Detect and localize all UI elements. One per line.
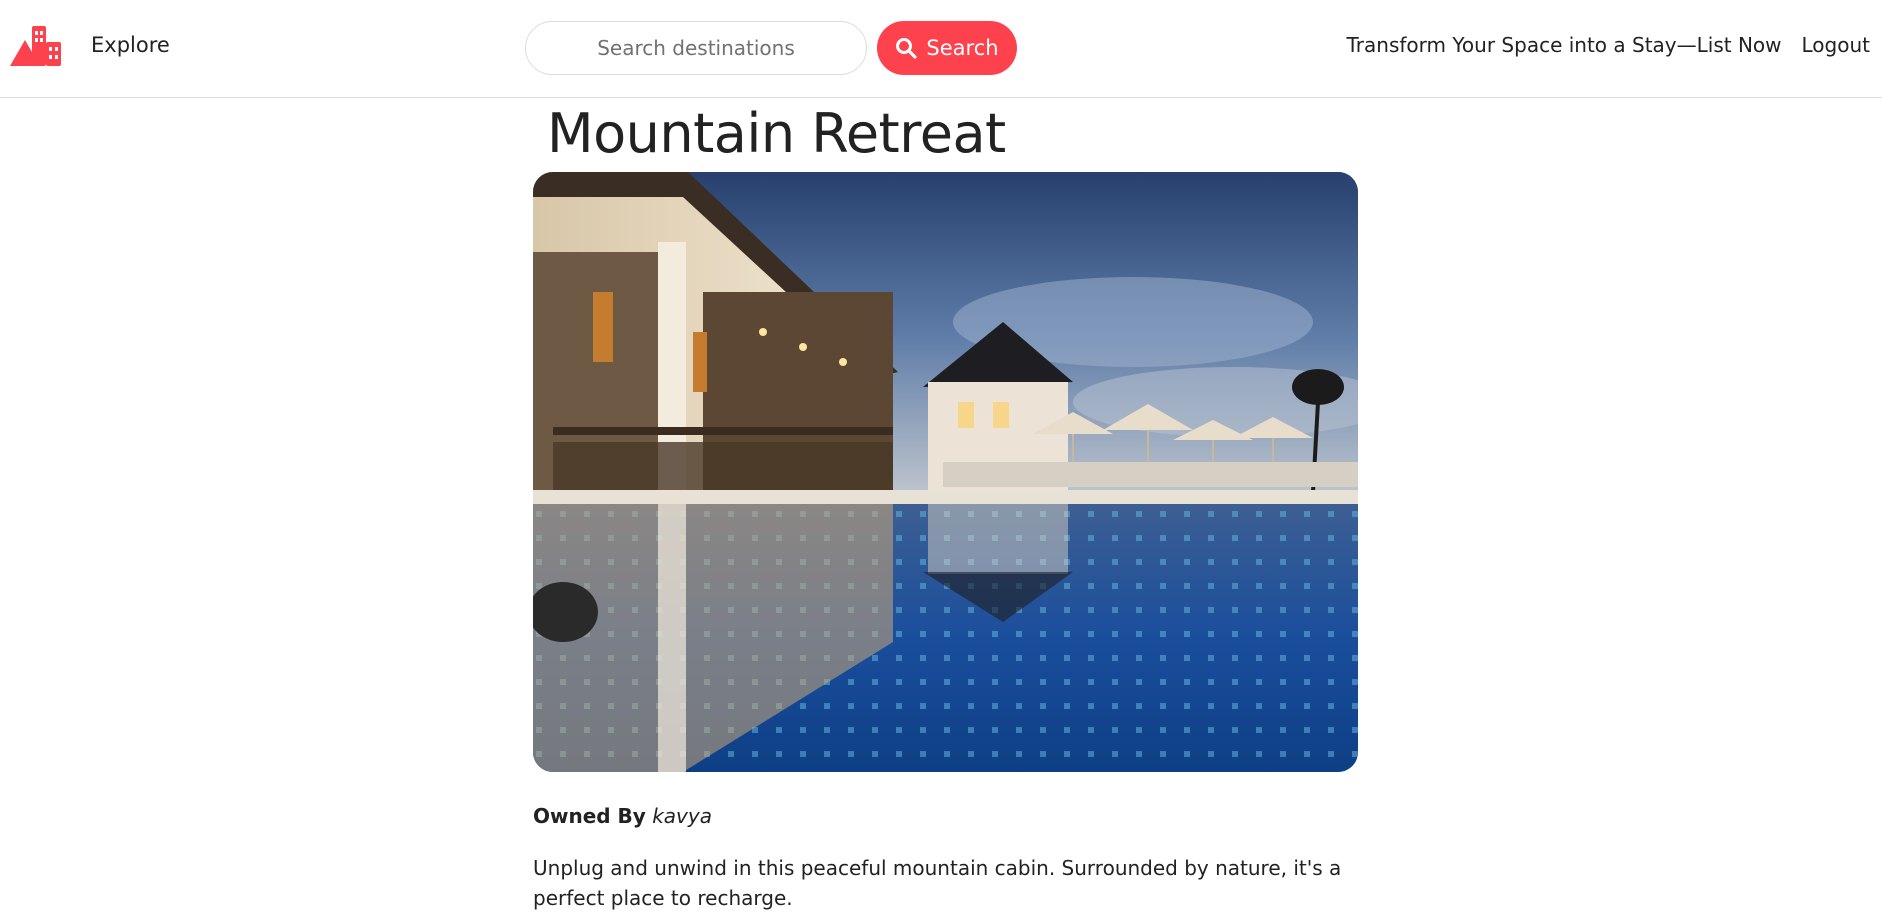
listing-description: Unplug and unwind in this peaceful mount… xyxy=(533,856,1342,910)
owner-line: Owned By kavya xyxy=(533,804,712,828)
search-button[interactable]: Search xyxy=(877,21,1017,75)
resort-pool-photo xyxy=(533,172,1358,772)
nav-right-links: Transform Your Space into a Stay—List No… xyxy=(1347,33,1870,57)
hotel-building-icon[interactable] xyxy=(10,24,62,66)
owner-name: kavya xyxy=(652,804,712,828)
list-property-link[interactable]: Transform Your Space into a Stay—List No… xyxy=(1347,33,1782,57)
search-input[interactable] xyxy=(525,21,867,75)
search-button-label: Search xyxy=(926,36,999,60)
listing-title: Mountain Retreat xyxy=(547,102,1006,165)
logout-link[interactable]: Logout xyxy=(1802,33,1870,57)
magnifying-glass-icon xyxy=(895,37,918,59)
navbar: Explore Search Transform Your Space into… xyxy=(0,0,1882,98)
owner-label: Owned By xyxy=(533,804,646,828)
explore-link[interactable]: Explore xyxy=(91,33,170,57)
search-form: Search xyxy=(525,21,1017,75)
